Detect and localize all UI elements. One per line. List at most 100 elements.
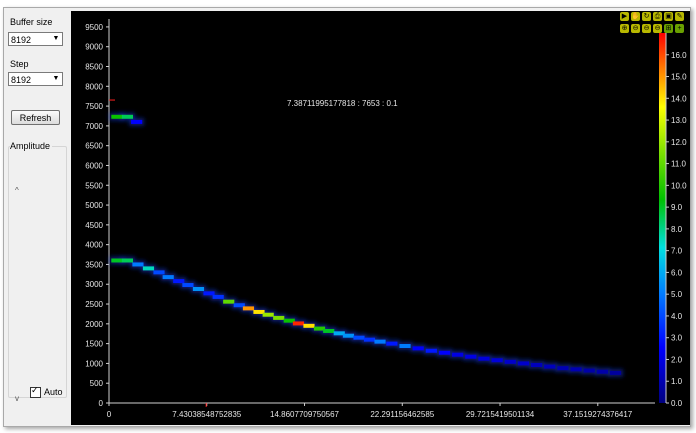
heat-cell xyxy=(544,364,556,369)
heat-cell xyxy=(517,361,530,366)
x-tick-label: 0 xyxy=(107,410,112,419)
crosshair-icon[interactable]: + xyxy=(675,24,684,33)
step-select[interactable]: 8192 ▼ xyxy=(8,72,63,86)
print-icon[interactable]: ⎙ xyxy=(653,12,662,21)
settings-icon[interactable]: ✎ xyxy=(675,12,684,21)
heat-cell xyxy=(212,294,224,299)
y-tick-label: 0 xyxy=(99,399,104,408)
cursor-readout: 7.38711995177818 : 7653 : 0.1 xyxy=(287,99,398,108)
heat-cell xyxy=(142,266,155,271)
colorbar-tick-label: 0.0 xyxy=(671,399,683,408)
x-tick-label: 14.8607709750567 xyxy=(270,410,340,419)
zoom-in-icon[interactable]: ⊕ xyxy=(620,24,629,33)
colorbar-tick-label: 15.0 xyxy=(671,73,687,82)
checkbox-icon[interactable] xyxy=(30,385,41,399)
heat-cell xyxy=(342,333,355,338)
step-label: Step xyxy=(10,59,29,69)
y-tick-label: 8000 xyxy=(85,82,103,91)
spectrogram-svg: 0 500 1000 1500 2000 2500 3000 3500 4000 4500 5000… xyxy=(85,19,687,419)
y-tick-label: 2500 xyxy=(85,300,103,309)
zoom-y-icon[interactable]: ⊖ xyxy=(653,24,662,33)
colorbar-tick-label: 7.0 xyxy=(671,247,683,256)
heat-cell xyxy=(111,258,123,263)
buffer-size-label: Buffer size xyxy=(10,17,53,27)
heat-cell xyxy=(374,339,386,344)
scroll-up-icon[interactable]: ^ xyxy=(15,186,19,195)
heat-cell xyxy=(192,286,205,291)
heat-cell xyxy=(465,354,477,359)
heat-cell xyxy=(223,299,235,304)
spectrogram-plot[interactable]: 0 500 1000 1500 2000 2500 3000 3500 4000 4500 5000… xyxy=(71,11,690,425)
y-tick-label: 7000 xyxy=(85,122,103,131)
colorbar-tick-label: 4.0 xyxy=(671,312,683,321)
y-tick-label: 9000 xyxy=(85,43,103,52)
chevron-down-icon[interactable]: ▼ xyxy=(51,34,61,44)
heat-cell xyxy=(583,368,595,373)
y-tick-label: 7500 xyxy=(85,102,103,111)
heat-cell xyxy=(504,359,516,364)
heat-cell xyxy=(173,279,185,284)
heat-cell xyxy=(412,346,424,351)
colorbar-tick-label: 11.0 xyxy=(671,160,687,169)
colorbar-tick-label: 14.0 xyxy=(671,94,687,103)
amplitude-group xyxy=(8,146,67,398)
heat-cell xyxy=(425,348,437,353)
save-icon[interactable]: ▣ xyxy=(664,12,673,21)
y-tick-label: 5500 xyxy=(85,181,103,190)
plot-toolbar: ▶ ✋ ↻ ⎙ ▣ ✎ ⊕ ⊖ ⊖ ⊖ ⊞ + xyxy=(620,11,690,39)
colorbar-tick-label: 8.0 xyxy=(671,225,683,234)
colorbar-tick-label: 6.0 xyxy=(671,268,683,277)
y-tick-label: 2000 xyxy=(85,320,103,329)
x-tick-label: 7.43038548752835 xyxy=(172,410,242,419)
heat-cell xyxy=(530,362,543,367)
heat-cell xyxy=(262,312,274,317)
colorbar-tick-label: 9.0 xyxy=(671,203,683,212)
refresh-button[interactable]: Refresh xyxy=(11,110,60,125)
amplitude-label: Amplitude xyxy=(10,141,53,151)
heat-cell xyxy=(596,369,608,374)
heat-cell xyxy=(363,337,376,342)
colorbar xyxy=(659,33,666,403)
heat-cell xyxy=(292,321,305,326)
colorbar-tick-label: 2.0 xyxy=(671,355,683,364)
colorbar-tick-label: 1.0 xyxy=(671,377,683,386)
heat-cell xyxy=(491,358,503,363)
x-tick-label: 37.1519274376417 xyxy=(563,410,633,419)
heat-cell xyxy=(111,114,123,119)
x-tick-label: 22.291156462585 xyxy=(370,410,434,419)
play-icon[interactable]: ▶ xyxy=(620,12,629,21)
heat-cell xyxy=(242,306,255,311)
x-tick-label: 29.7215419501134 xyxy=(466,410,535,419)
scroll-down-icon[interactable]: v xyxy=(15,394,19,403)
heat-cell xyxy=(273,315,285,320)
zoom-out-icon[interactable]: ⊖ xyxy=(631,24,640,33)
y-tick-label: 1000 xyxy=(85,359,103,368)
zoom-x-icon[interactable]: ⊖ xyxy=(642,24,651,33)
chevron-down-icon[interactable]: ▼ xyxy=(51,74,61,84)
heat-cell xyxy=(478,356,490,361)
heat-cell xyxy=(609,370,622,375)
hand-icon[interactable]: ✋ xyxy=(631,12,640,21)
settings-panel: Buffer size 8192 ▼ Step 8192 ▼ Refresh A… xyxy=(4,8,71,426)
heat-cell xyxy=(131,119,143,124)
y-tick-label: 3500 xyxy=(85,260,103,269)
y-tick-label: 6000 xyxy=(85,161,103,170)
y-tick-label: 3000 xyxy=(85,280,103,289)
colorbar-tick-label: 5.0 xyxy=(671,290,683,299)
buffer-size-select[interactable]: 8192 ▼ xyxy=(8,32,63,46)
heat-cell xyxy=(121,258,134,263)
y-tick-label: 4500 xyxy=(85,221,103,230)
heat-cell xyxy=(121,114,134,119)
colorbar-tick-label: 3.0 xyxy=(671,334,683,343)
heat-cell xyxy=(303,323,315,328)
y-tick-label: 1500 xyxy=(85,340,103,349)
fit-icon[interactable]: ⊞ xyxy=(664,24,673,33)
y-tick-label: 5000 xyxy=(85,201,103,210)
colorbar-tick-label: 10.0 xyxy=(671,181,687,190)
y-tick-label: 500 xyxy=(90,379,104,388)
heat-cell xyxy=(557,366,569,371)
spectrogram-window: Buffer size 8192 ▼ Step 8192 ▼ Refresh A… xyxy=(3,7,691,427)
refresh-icon[interactable]: ↻ xyxy=(642,12,651,21)
heat-cell xyxy=(438,350,451,355)
auto-checkbox[interactable]: Auto xyxy=(30,385,63,399)
